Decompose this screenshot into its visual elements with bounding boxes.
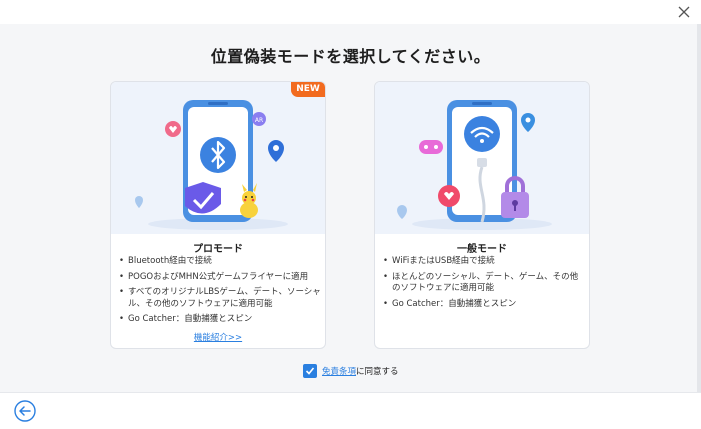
agreement-text: 免責条項に同意する [322,365,399,377]
new-badge: NEW [291,82,325,97]
list-item: ほとんどのソーシャル、デート、ゲーム、その他のソフトウェアに適用可能 [383,272,585,295]
list-item: POGOおよびMHN公式ゲームフライヤーに適用 [119,272,321,284]
pro-mode-card[interactable]: AR NEW プロモード Bluetooth経由で接続 POGOおよびMHN公式… [110,81,326,349]
svg-text:AR: AR [255,117,263,124]
disclaimer-link[interactable]: 免責条項 [322,367,356,377]
top-bar [0,0,701,24]
normal-mode-feature-list: WiFiまたはUSB経由で接続 ほとんどのソーシャル、デート、ゲーム、その他のソ… [383,256,585,314]
list-item: Bluetooth経由で接続 [119,256,321,268]
page-title: 位置偽装モードを選択してください。 [210,47,491,66]
normal-mode-illustration [375,82,589,234]
list-item: Go Catcher：自動捕獲とスピン [383,299,585,311]
pro-mode-feature-list: Bluetooth経由で接続 POGOおよびMHN公式ゲームフライヤーに適用 す… [119,256,321,330]
list-item: すべてのオリジナルLBSゲーム、デート、ソーシャル、その他のソフトウェアに適用可… [119,287,321,310]
agreement-suffix: に同意する [356,367,399,377]
scroll-edge [697,24,701,392]
footer-bar [0,392,701,429]
close-icon[interactable] [675,3,693,21]
pro-mode-illustration: AR [111,82,325,234]
pro-mode-title: プロモード [193,244,243,255]
normal-mode-title: 一般モード [457,244,507,255]
normal-mode-card[interactable]: 一般モード WiFiまたはUSB経由で接続 ほとんどのソーシャル、デート、ゲーム… [374,81,590,349]
list-item: Go Catcher：自動捕獲とスピン [119,314,321,326]
checkmark-icon [305,367,315,375]
back-arrow-icon[interactable] [14,400,36,422]
list-item: WiFiまたはUSB経由で接続 [383,256,585,268]
agreement-row: 免責条項に同意する [303,364,399,378]
feature-intro-link[interactable]: 機能紹介>> [111,331,325,343]
agree-checkbox[interactable] [303,364,317,378]
